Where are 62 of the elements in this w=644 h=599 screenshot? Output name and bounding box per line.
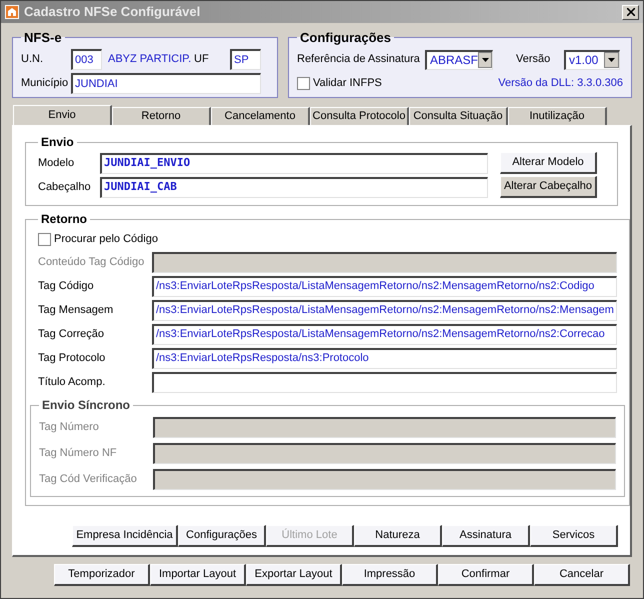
checkbox-label: Validar INFPS [313,76,382,92]
field-label: Versão [516,52,552,68]
tab[interactable]: Retorno [112,107,211,125]
text-field[interactable]: JUNDIAI [71,73,261,94]
field-label: Conteúdo Tag Código [38,254,146,270]
dll-version: Versão da DLL: 3.3.0.306 [498,76,623,92]
field-label: Modelo [38,156,76,171]
action-button[interactable]: Empresa Incidência [72,525,178,547]
action-button[interactable]: Exportar Layout [246,564,342,586]
field-label: Tag Protocolo [38,350,106,366]
field-label: Tag Número [39,420,100,435]
text-field[interactable]: /ns3:EnviarLoteRpsResposta/ListaMensagemRetorno/ns2:MensagemRetorno/ns2:Codigo [152,276,617,296]
checkbox[interactable] [38,232,51,246]
tab[interactable]: Inutilização [508,107,607,125]
text-field[interactable] [152,372,617,392]
action-button[interactable]: Impressão [342,564,438,586]
action-button[interactable]: Configurações [178,525,266,547]
action-button[interactable]: Importar Layout [150,564,246,586]
field-label: Referência de Assinatura [297,52,421,68]
field-label: UF [194,52,210,68]
action-button[interactable]: Assinatura [442,525,530,547]
group-title: Configurações [299,29,392,47]
field-label: U.N. [21,52,44,68]
text-field[interactable]: /ns3:EnviarLoteRpsResposta/ns3:Protocolo [152,348,617,368]
tab[interactable]: Consulta Protocolo [310,107,409,125]
action-button[interactable]: Alterar Modelo [500,152,597,174]
text-field[interactable]: /ns3:EnviarLoteRpsResposta/ListaMensagemRetorno/ns2:MensagemRetorno/ns2:Correcao [152,324,617,344]
app-icon [5,5,19,19]
field-label: Tag Número NF [39,446,118,461]
field-label: Tag Correção [38,326,106,342]
action-button[interactable]: Alterar Cabeçalho [500,176,597,198]
close-icon [626,8,634,16]
tab[interactable]: Cancelamento [211,107,310,125]
field-label: Município [21,76,70,92]
action-button[interactable]: Temporizador [54,564,150,586]
field-label: Tag Cód Verificação [39,472,138,487]
action-button[interactable]: Servicos [530,525,618,547]
checkbox-label: Procurar pelo Código [54,232,158,247]
action-button[interactable]: Confirmar [438,564,534,586]
group-title: Retorno [40,211,88,228]
checkbox[interactable] [297,77,310,90]
tab[interactable]: Envio [13,105,112,125]
company-name: ABYZ PARTICIP. [108,52,192,68]
field-label: Tag Código [38,278,95,294]
field-label: Título Acomp. [38,374,106,390]
close-button[interactable] [622,4,639,20]
window-title: Cadastro NFSe Configurável [24,3,202,22]
text-field[interactable]: /ns3:EnviarLoteRpsResposta/ListaMensagemRetorno/ns2:MensagemRetorno/ns2:Mensagem [152,300,617,320]
group-title: Envio Síncrono [41,397,132,414]
dropdown[interactable]: ABRASF [425,50,493,70]
text-field[interactable]: SP [230,49,261,70]
text-field[interactable]: 003 [71,49,102,70]
text-field[interactable]: JUNDIAI_CAB [100,176,488,198]
dropdown[interactable]: v1.00 [564,50,620,70]
tab[interactable]: Consulta Situação [409,107,508,125]
text-field[interactable]: JUNDIAI_ENVIO [100,152,488,174]
action-button[interactable]: Cancelar [534,564,630,586]
field-label: Cabeçalho [38,180,92,195]
group-title: NFS-e [23,29,63,47]
group-title: Envio [40,134,75,151]
field-label: Tag Mensagem [38,302,114,318]
action-button[interactable]: Natureza [354,525,442,547]
